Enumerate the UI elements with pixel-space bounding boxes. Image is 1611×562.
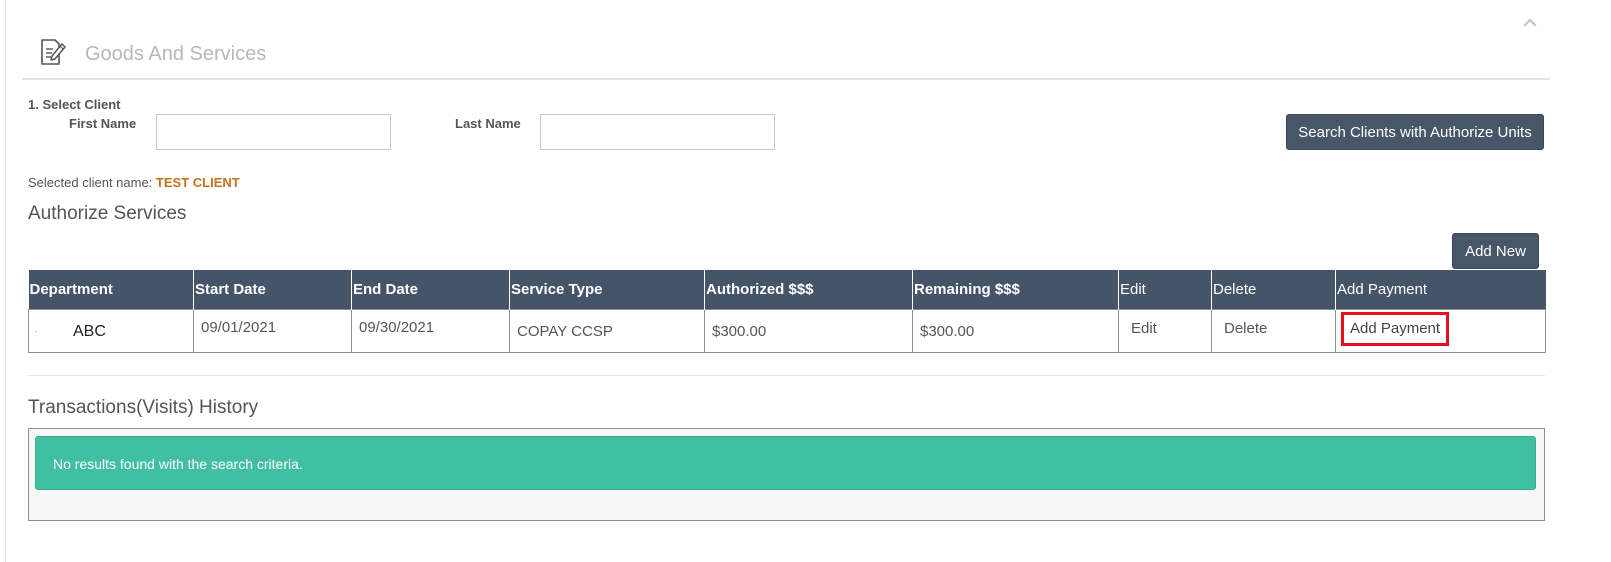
column-header-start-date: Start Date	[193, 270, 352, 310]
table-row: • ABC 09/01/2021 09/30/2021 COPAY CCSP $…	[28, 309, 1546, 353]
goods-and-services-page: Goods And Services 1. Select Client Firs…	[0, 0, 1611, 562]
service-type-cell: COPAY CCSP	[509, 309, 705, 353]
panel-title: Goods And Services	[85, 43, 267, 65]
no-results-alert: No results found with the search criteri…	[35, 436, 1536, 490]
edit-cell: Edit	[1118, 309, 1212, 353]
column-header-delete: Delete	[1211, 270, 1336, 310]
selected-client-name: TEST CLIENT	[155, 175, 240, 190]
transactions-history-title: Transactions(Visits) History	[28, 397, 259, 418]
first-name-label: First Name	[69, 116, 137, 131]
select-client-step-label: 1. Select Client	[28, 97, 121, 112]
authorized-value: $300.00	[712, 323, 767, 340]
column-header-department: Department	[28, 270, 194, 310]
column-header-remaining: Remaining $$$	[912, 270, 1119, 310]
end-date-value: 09/30/2021	[359, 319, 435, 336]
end-date-cell: 09/30/2021	[351, 309, 510, 353]
last-name-input[interactable]	[540, 114, 775, 150]
department-marker: •	[35, 330, 38, 336]
start-date-value: 09/01/2021	[201, 319, 277, 336]
start-date-cell: 09/01/2021	[193, 309, 352, 353]
edit-link[interactable]: Edit	[1131, 320, 1157, 337]
column-header-end-date: End Date	[351, 270, 510, 310]
remaining-cell: $300.00	[912, 309, 1119, 353]
selected-client-row: Selected client name: TEST CLIENT	[28, 175, 240, 190]
column-header-edit: Edit	[1118, 270, 1212, 310]
delete-link[interactable]: Delete	[1224, 320, 1267, 337]
transactions-history-box: No results found with the search criteri…	[28, 428, 1545, 521]
left-border	[5, 0, 6, 562]
authorized-cell: $300.00	[704, 309, 913, 353]
last-name-label: Last Name	[455, 116, 521, 131]
remaining-value: $300.00	[920, 323, 975, 340]
search-clients-button[interactable]: Search Clients with Authorize Units	[1286, 114, 1544, 150]
column-header-add-payment: Add Payment	[1335, 270, 1546, 310]
authorize-services-title: Authorize Services	[28, 203, 187, 224]
document-edit-icon	[38, 36, 68, 68]
add-payment-cell: Add Payment	[1335, 309, 1546, 353]
section-divider	[28, 375, 1545, 376]
chevron-up-icon[interactable]	[1520, 14, 1540, 30]
add-payment-link[interactable]: Add Payment	[1341, 312, 1450, 346]
column-header-authorized: Authorized $$$	[704, 270, 913, 310]
service-type-value: COPAY CCSP	[517, 323, 613, 340]
column-header-service-type: Service Type	[509, 270, 705, 310]
authorize-services-table: Department Start Date End Date Service T…	[28, 270, 1546, 353]
delete-cell: Delete	[1211, 309, 1336, 353]
add-new-button[interactable]: Add New	[1452, 233, 1539, 269]
department-cell: • ABC	[28, 309, 194, 353]
selected-client-label: Selected client name:	[28, 175, 153, 190]
header-divider	[22, 78, 1550, 80]
table-header-row: Department Start Date End Date Service T…	[28, 270, 1546, 310]
first-name-input[interactable]	[156, 114, 391, 150]
department-value: ABC	[73, 323, 106, 340]
